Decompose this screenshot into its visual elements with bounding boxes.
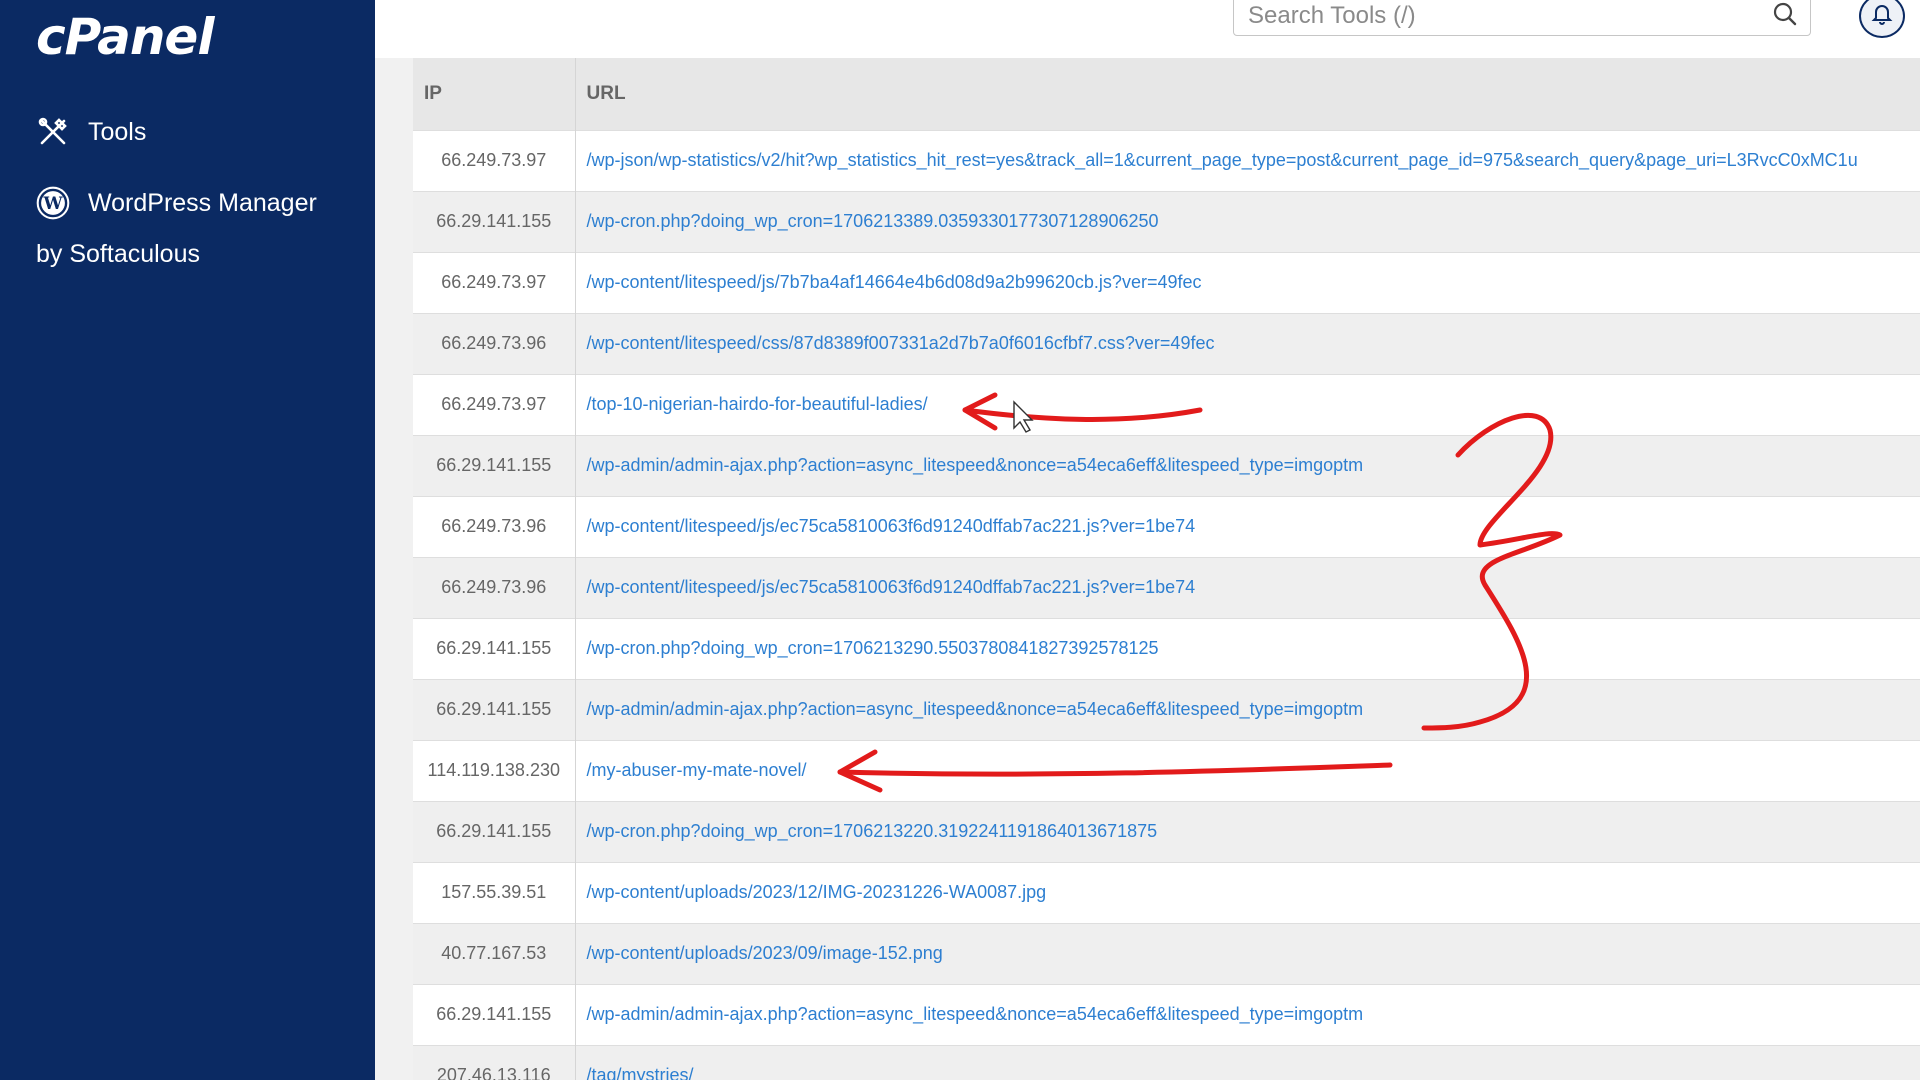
ip-cell: 66.249.73.97 [413, 251, 576, 313]
url-link[interactable]: /wp-content/litespeed/js/ec75ca5810063f6… [587, 516, 1196, 536]
table-row: 66.29.141.155/wp-cron.php?doing_wp_cron=… [413, 190, 1920, 252]
table-body: 66.249.73.97/wp-json/wp-statistics/v2/hi… [413, 129, 1920, 1080]
url-link[interactable]: /wp-cron.php?doing_wp_cron=1706213290.55… [587, 638, 1159, 658]
top-bar [375, 0, 1920, 58]
sidebar-item-wordpress-manager[interactable]: W WordPress Manager [36, 186, 317, 220]
url-cell: /wp-admin/admin-ajax.php?action=async_li… [575, 983, 1920, 1045]
url-cell: /wp-cron.php?doing_wp_cron=1706213220.31… [575, 800, 1920, 862]
ip-cell: 66.249.73.96 [413, 312, 576, 374]
url-link[interactable]: /top-10-nigerian-hairdo-for-beautiful-la… [587, 394, 928, 414]
table-row: 66.249.73.97/wp-json/wp-statistics/v2/hi… [413, 129, 1920, 191]
ip-cell: 66.249.73.97 [413, 373, 576, 435]
ip-cell: 66.29.141.155 [413, 800, 576, 862]
url-cell: /wp-content/litespeed/css/87d8389f007331… [575, 312, 1920, 374]
notifications-button[interactable] [1859, 0, 1905, 38]
ip-cell: 66.29.141.155 [413, 983, 576, 1045]
ip-cell: 66.29.141.155 [413, 678, 576, 740]
table-row: 207.46.13.116/tag/mystries/ [413, 1044, 1920, 1080]
table-row: 66.249.73.97/top-10-nigerian-hairdo-for-… [413, 373, 1920, 435]
sidebar-item-tools[interactable]: Tools [36, 115, 146, 149]
ip-cell: 66.249.73.97 [413, 129, 576, 191]
ip-cell: 157.55.39.51 [413, 861, 576, 923]
table-row: 66.249.73.96/wp-content/litespeed/js/ec7… [413, 495, 1920, 557]
url-link[interactable]: /wp-cron.php?doing_wp_cron=1706213220.31… [587, 821, 1158, 841]
tools-icon [36, 115, 70, 149]
url-link[interactable]: /wp-admin/admin-ajax.php?action=async_li… [587, 699, 1364, 719]
table-row: 66.29.141.155/wp-cron.php?doing_wp_cron=… [413, 617, 1920, 679]
search-icon[interactable] [1770, 0, 1800, 29]
url-cell: /wp-json/wp-statistics/v2/hit?wp_statist… [575, 129, 1920, 191]
url-link[interactable]: /wp-content/uploads/2023/09/image-152.pn… [587, 943, 943, 963]
url-cell: /wp-cron.php?doing_wp_cron=1706213389.03… [575, 190, 1920, 252]
url-cell: /my-abuser-my-mate-novel/ [575, 739, 1920, 801]
url-cell: /wp-content/litespeed/js/ec75ca5810063f6… [575, 556, 1920, 618]
ip-cell: 114.119.138.230 [413, 739, 576, 801]
table-header-row: IP URL [413, 58, 1920, 130]
cpanel-logo[interactable]: cPanel [36, 8, 214, 66]
main-content: IP URL 66.249.73.97/wp-json/wp-statistic… [375, 58, 1920, 1080]
url-cell: /top-10-nigerian-hairdo-for-beautiful-la… [575, 373, 1920, 435]
table-row: 40.77.167.53/wp-content/uploads/2023/09/… [413, 922, 1920, 984]
ip-cell: 66.249.73.96 [413, 556, 576, 618]
sidebar-item-sublabel[interactable]: by Softaculous [36, 240, 200, 269]
sidebar: cPanel Tools W WordPress Manager by Soft [0, 0, 375, 1080]
visitors-table-wrapper: IP URL 66.249.73.97/wp-json/wp-statistic… [413, 58, 1920, 1080]
table-row: 66.249.73.96/wp-content/litespeed/css/87… [413, 312, 1920, 374]
url-cell: /wp-admin/admin-ajax.php?action=async_li… [575, 678, 1920, 740]
search-box [1233, 0, 1811, 36]
url-cell: /wp-admin/admin-ajax.php?action=async_li… [575, 434, 1920, 496]
table-row: 66.29.141.155/wp-admin/admin-ajax.php?ac… [413, 983, 1920, 1045]
ip-cell: 66.249.73.96 [413, 495, 576, 557]
url-cell: /wp-content/uploads/2023/09/image-152.pn… [575, 922, 1920, 984]
url-link[interactable]: /wp-content/litespeed/css/87d8389f007331… [587, 333, 1215, 353]
url-cell: /tag/mystries/ [575, 1044, 1920, 1080]
bell-icon [1870, 2, 1894, 31]
ip-cell: 207.46.13.116 [413, 1044, 576, 1080]
url-link[interactable]: /wp-admin/admin-ajax.php?action=async_li… [587, 1004, 1364, 1024]
url-cell: /wp-cron.php?doing_wp_cron=1706213290.55… [575, 617, 1920, 679]
column-header-ip[interactable]: IP [413, 58, 576, 130]
table-row: 66.249.73.96/wp-content/litespeed/js/ec7… [413, 556, 1920, 618]
wordpress-icon: W [36, 186, 70, 220]
url-link[interactable]: /wp-content/litespeed/js/ec75ca5810063f6… [587, 577, 1196, 597]
url-cell: /wp-content/litespeed/js/ec75ca5810063f6… [575, 495, 1920, 557]
ip-cell: 40.77.167.53 [413, 922, 576, 984]
table-row: 66.249.73.97/wp-content/litespeed/js/7b7… [413, 251, 1920, 313]
table-row: 66.29.141.155/wp-admin/admin-ajax.php?ac… [413, 434, 1920, 496]
url-link[interactable]: /wp-admin/admin-ajax.php?action=async_li… [587, 455, 1364, 475]
table-row: 157.55.39.51/wp-content/uploads/2023/12/… [413, 861, 1920, 923]
url-cell: /wp-content/uploads/2023/12/IMG-20231226… [575, 861, 1920, 923]
url-link[interactable]: /tag/mystries/ [587, 1065, 694, 1080]
url-cell: /wp-content/litespeed/js/7b7ba4af14664e4… [575, 251, 1920, 313]
sidebar-item-label: Tools [88, 117, 147, 146]
table-row: 66.29.141.155/wp-admin/admin-ajax.php?ac… [413, 678, 1920, 740]
ip-cell: 66.29.141.155 [413, 434, 576, 496]
search-input[interactable] [1246, 0, 1766, 35]
url-link[interactable]: /wp-cron.php?doing_wp_cron=1706213389.03… [587, 211, 1159, 231]
sidebar-item-label: WordPress Manager [88, 188, 317, 217]
table-row: 66.29.141.155/wp-cron.php?doing_wp_cron=… [413, 800, 1920, 862]
ip-cell: 66.29.141.155 [413, 617, 576, 679]
url-link[interactable]: /wp-content/litespeed/js/7b7ba4af14664e4… [587, 272, 1202, 292]
table-row: 114.119.138.230/my-abuser-my-mate-novel/ [413, 739, 1920, 801]
column-header-url[interactable]: URL [575, 58, 1920, 130]
url-link[interactable]: /wp-content/uploads/2023/12/IMG-20231226… [587, 882, 1047, 902]
url-link[interactable]: /my-abuser-my-mate-novel/ [587, 760, 807, 780]
visitors-table: IP URL 66.249.73.97/wp-json/wp-statistic… [413, 58, 1920, 1080]
svg-text:W: W [42, 194, 63, 214]
url-link[interactable]: /wp-json/wp-statistics/v2/hit?wp_statist… [587, 150, 1858, 170]
ip-cell: 66.29.141.155 [413, 190, 576, 252]
